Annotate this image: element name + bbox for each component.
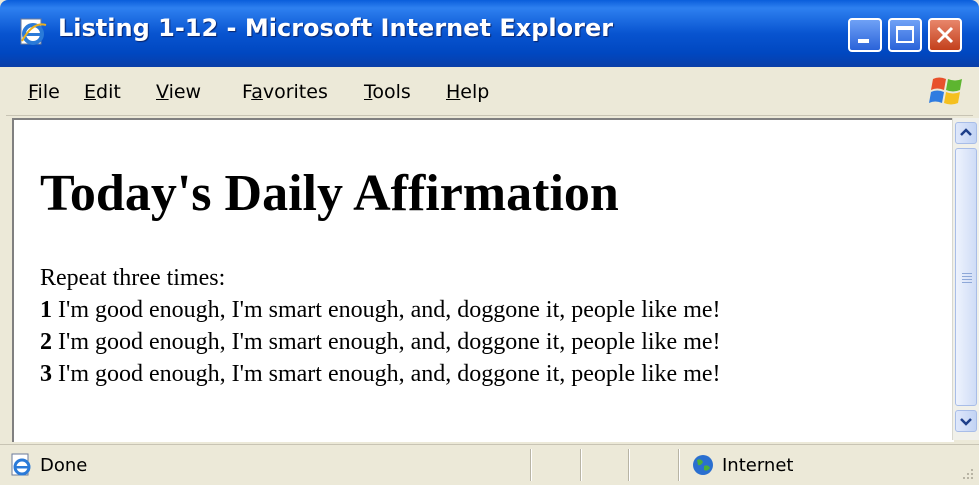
- menu-file[interactable]: File: [28, 81, 60, 103]
- security-zone-text: Internet: [722, 455, 794, 476]
- menu-label: ools: [372, 81, 411, 103]
- scroll-up-button[interactable]: [955, 122, 977, 144]
- menu-favorites[interactable]: Favorites: [242, 81, 328, 103]
- line-text: I'm good enough, I'm smart enough, and, …: [52, 297, 721, 323]
- line-text: I'm good enough, I'm smart enough, and, …: [52, 361, 721, 387]
- browser-window: Listing 1-12 - Microsoft Internet Explor…: [0, 0, 979, 485]
- thumb-grip: [962, 279, 972, 280]
- ie-page-icon: [20, 18, 47, 45]
- scroll-thumb[interactable]: [955, 148, 977, 406]
- minimize-button[interactable]: [848, 18, 882, 52]
- menu-accelerator: H: [446, 81, 461, 103]
- maximize-button[interactable]: [888, 18, 922, 52]
- status-text: Done: [40, 455, 88, 476]
- menu-label: elp: [460, 81, 490, 103]
- affirmation-line: 2 I'm good enough, I'm smart enough, and…: [40, 326, 721, 358]
- menu-accelerator: E: [84, 81, 97, 103]
- minimize-icon: [858, 39, 869, 43]
- menu-edit[interactable]: Edit: [84, 81, 121, 103]
- thumb-grip: [962, 273, 972, 274]
- menu-label: vorites: [262, 81, 328, 103]
- chevron-up-icon: [960, 128, 972, 136]
- close-button[interactable]: [928, 18, 962, 52]
- close-icon: [936, 26, 954, 44]
- maximize-icon: [896, 26, 914, 43]
- menu-accelerator: F: [28, 81, 38, 103]
- status-divider: [678, 449, 679, 481]
- thumb-grip: [962, 276, 972, 277]
- document-view[interactable]: Today's Daily Affirmation Repeat three t…: [12, 118, 954, 442]
- window-title: Listing 1-12 - Microsoft Internet Explor…: [58, 14, 614, 42]
- menu-accelerator: a: [251, 81, 263, 103]
- menu-label: ile: [37, 81, 60, 103]
- menu-tools[interactable]: Tools: [364, 81, 411, 103]
- page-heading: Today's Daily Affirmation: [40, 165, 619, 222]
- status-bar: Done Internet: [0, 444, 979, 485]
- line-number: 2: [40, 329, 52, 355]
- chevron-down-icon: [960, 418, 972, 426]
- status-divider: [580, 449, 581, 481]
- menu-label: iew: [168, 81, 202, 103]
- scroll-down-button[interactable]: [955, 410, 977, 432]
- affirmation-line: 3 I'm good enough, I'm smart enough, and…: [40, 358, 721, 390]
- title-bar[interactable]: Listing 1-12 - Microsoft Internet Explor…: [0, 0, 979, 67]
- menu-accelerator: V: [156, 81, 169, 103]
- menu-label-prefix: F: [242, 81, 252, 103]
- status-divider: [530, 449, 531, 481]
- thumb-grip: [962, 282, 972, 283]
- windows-logo-icon: [929, 77, 962, 105]
- vertical-scrollbar[interactable]: [952, 118, 979, 440]
- resize-grip-icon[interactable]: [959, 465, 975, 481]
- line-number: 3: [40, 361, 52, 387]
- menu-bar: File Edit View Favorites Tools Help: [6, 67, 973, 116]
- globe-icon: [693, 455, 713, 475]
- intro-text: Repeat three times:: [40, 265, 226, 291]
- status-divider: [628, 449, 629, 481]
- menu-view[interactable]: View: [156, 81, 201, 103]
- ie-page-icon: [11, 453, 31, 476]
- menu-label: dit: [96, 81, 121, 103]
- menu-help[interactable]: Help: [446, 81, 489, 103]
- affirmation-line: 1 I'm good enough, I'm smart enough, and…: [40, 294, 721, 326]
- line-text: I'm good enough, I'm smart enough, and, …: [52, 329, 721, 355]
- affirmation-body: Repeat three times: 1 I'm good enough, I…: [40, 262, 721, 390]
- line-number: 1: [40, 297, 52, 323]
